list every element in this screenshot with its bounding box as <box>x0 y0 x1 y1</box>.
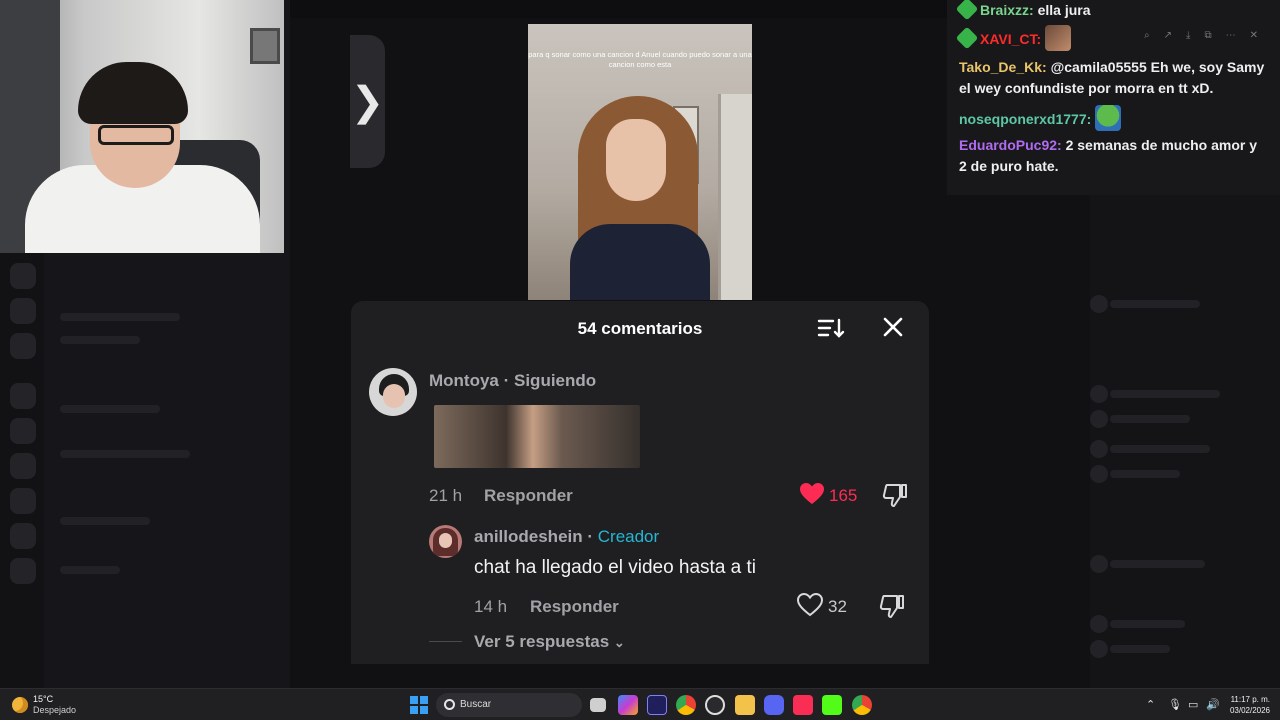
search-placeholder: Buscar <box>460 699 492 710</box>
taskbar-search[interactable]: Buscar <box>436 693 582 717</box>
reply-button[interactable]: Responder <box>530 597 619 617</box>
microphone-icon[interactable]: 🎙 <box>1168 698 1182 711</box>
creator-badge: Creador <box>597 527 660 546</box>
pepe-emote-icon <box>1095 105 1122 131</box>
close-icon[interactable]: ✕ <box>1250 30 1258 41</box>
chevron-up-icon[interactable]: ⌃ <box>1146 698 1155 711</box>
sub-badge-icon <box>955 0 979 21</box>
face-emote-icon <box>1045 25 1072 51</box>
more-icon[interactable]: ⋯ <box>1226 30 1236 41</box>
weather-condition[interactable]: Despejado <box>33 705 76 715</box>
comment-gif[interactable] <box>434 405 640 468</box>
chat-username[interactable]: Braixzz: <box>980 2 1034 18</box>
chat-text: ella jura <box>1037 2 1091 18</box>
next-video-button[interactable]: ❯ <box>350 35 385 168</box>
chat-message: Braixzz: ella jura <box>955 0 1268 21</box>
weather-temp[interactable]: 15°C <box>33 694 53 704</box>
comment-username[interactable]: Montoya · Siguiendo <box>429 371 596 391</box>
desktop: ❯ para q sonar como una cancion d Anuel … <box>0 0 1280 688</box>
music-icon[interactable] <box>793 695 813 715</box>
like-count: 165 <box>829 486 858 505</box>
comment-username[interactable]: anillodeshein <box>474 527 583 546</box>
like-count: 32 <box>828 597 847 616</box>
share-icon[interactable]: ↗ <box>1164 30 1172 41</box>
chrome-icon[interactable] <box>676 695 696 715</box>
chevron-right-icon: ❯ <box>350 79 385 124</box>
replies-divider <box>429 641 462 642</box>
discord-icon[interactable] <box>764 695 784 715</box>
heart-outline-icon[interactable] <box>797 593 823 617</box>
chrome-profile-icon[interactable] <box>852 695 872 715</box>
clock-time: 11:17 p. m. <box>1230 695 1270 704</box>
chat-message: noseqponerxd1777: <box>959 105 1268 131</box>
dislike-icon[interactable] <box>879 593 905 619</box>
comment-time: 21 h <box>429 486 463 505</box>
video-caption: para q sonar como una cancion d Anuel cu… <box>528 50 752 69</box>
chevron-down-icon: ⌄ <box>613 635 625 650</box>
comments-panel: 54 comentarios Montoya · Siguiendo 21 h … <box>351 301 929 664</box>
comment-time: 14 h <box>474 597 508 616</box>
heart-icon[interactable] <box>799 482 825 506</box>
task-view-icon[interactable] <box>590 698 606 712</box>
sub-badge-icon <box>955 26 979 50</box>
file-explorer-icon[interactable] <box>735 695 755 715</box>
copilot-icon[interactable] <box>618 695 638 715</box>
avatar[interactable] <box>429 525 462 558</box>
comment-username-row: anillodeshein · Creador <box>474 527 660 546</box>
kick-icon[interactable] <box>822 695 842 715</box>
windows-start-icon[interactable] <box>410 696 428 714</box>
avatar[interactable] <box>369 368 417 416</box>
close-icon[interactable] <box>881 315 905 339</box>
chat-username[interactable]: Tako_De_Kk: <box>959 59 1047 75</box>
background-titlebar <box>290 0 950 18</box>
clock-date: 03/02/2026 <box>1229 706 1270 715</box>
chat-message: Tako_De_Kk: @camila05555 Eh we, soy Samy… <box>959 57 1268 99</box>
download-icon[interactable]: ⤓ <box>1186 30 1190 41</box>
chat-username[interactable]: EduardoPuc92: <box>959 137 1062 153</box>
view-replies-button[interactable]: Ver 5 respuestas ⌄ <box>474 632 625 652</box>
premiere-icon[interactable] <box>647 695 667 715</box>
chat-username[interactable]: XAVI_CT: <box>980 31 1041 47</box>
taskbar: 15°C Despejado Buscar ⌃ 🎙 ▭ 🔊 11:17 p. m… <box>0 688 1280 720</box>
search-icon <box>444 699 455 710</box>
volume-icon[interactable]: 🔊 <box>1206 698 1220 711</box>
popout-icon[interactable]: ⧉ <box>1204 30 1211 41</box>
webcam-feed <box>0 0 284 253</box>
background-member-list <box>1090 195 1280 688</box>
view-replies-label: Ver 5 respuestas <box>474 632 610 651</box>
sort-icon[interactable] <box>817 317 845 339</box>
reply-button[interactable]: Responder <box>484 486 573 506</box>
obs-icon[interactable] <box>705 695 725 715</box>
network-icon[interactable]: ▭ <box>1188 698 1198 711</box>
stream-chat: ⌕ ↗ ⤓ ⧉ ⋯ ✕ Braixzz: ella jura XAVI_CT: … <box>947 0 1280 195</box>
server-rail <box>0 253 44 688</box>
chat-username[interactable]: noseqponerxd1777: <box>959 111 1091 127</box>
tiktok-video[interactable]: para q sonar como una cancion d Anuel cu… <box>528 24 752 300</box>
chat-message: EduardoPuc92: 2 semanas de mucho amor y … <box>959 135 1268 177</box>
moon-icon[interactable] <box>12 697 28 713</box>
chat-toolbar: ⌕ ↗ ⤓ ⧉ ⋯ ✕ <box>1144 30 1258 41</box>
comment-text: chat ha llegado el video hasta a ti <box>474 557 757 578</box>
zoom-icon[interactable]: ⌕ <box>1144 30 1150 41</box>
clock[interactable]: 11:17 p. m. 03/02/2026 <box>1224 694 1270 716</box>
dislike-icon[interactable] <box>882 482 908 508</box>
